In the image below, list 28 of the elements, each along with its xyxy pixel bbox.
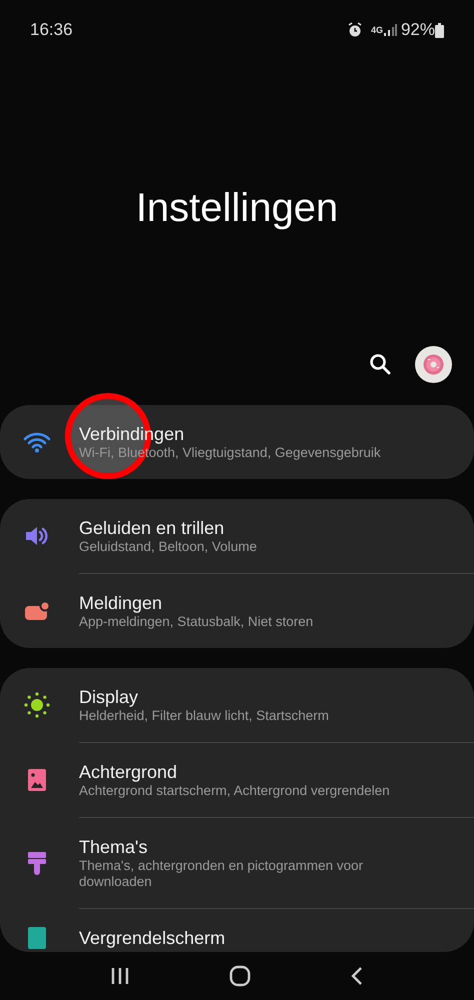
item-subtitle: Thema's, achtergronden en pictogrammen voor downloaden	[79, 858, 364, 890]
item-title: Vergrendelscherm	[79, 927, 226, 949]
battery-percent-text: 92%	[400, 19, 435, 42]
battery-icon	[435, 22, 444, 38]
page-title: Instellingen	[134, 188, 340, 228]
settings-item[interactable]: Achtergrond Achtergrond startscherm, Achtergrond vergrendelen	[0, 742, 474, 817]
back-icon[interactable]	[350, 966, 364, 986]
search-icon[interactable]	[369, 353, 391, 375]
settings-item[interactable]: Display Helderheid, Filter blauw licht, Startscherm	[0, 668, 474, 742]
signal-icon	[382, 23, 397, 37]
recent-apps-icon[interactable]	[110, 966, 130, 986]
item-subtitle: Helderheid, Filter blauw licht, Startscherm	[79, 708, 330, 724]
settings-item[interactable]: Thema's Thema's, achtergronden en pictogrammen voor downloaden	[0, 817, 474, 908]
network-type-text: 4G	[370, 26, 383, 34]
item-title: Geluiden en trillen	[79, 517, 226, 539]
item-title: Achtergrond	[79, 761, 178, 783]
item-subtitle: Geluidstand, Beltoon, Volume	[79, 539, 258, 555]
settings-item[interactable]: Vergrendelscherm	[0, 908, 474, 952]
home-icon[interactable]	[228, 965, 251, 987]
alarm-icon	[346, 22, 363, 38]
item-title: Thema's	[79, 836, 148, 858]
item-subtitle: App-meldingen, Statusbalk, Niet storen	[79, 614, 314, 630]
item-title: Meldingen	[79, 592, 164, 614]
clock-text: 16:36	[30, 19, 73, 42]
settings-item[interactable]: Geluiden en trillen Geluidstand, Beltoon, Volume	[0, 499, 474, 573]
item-title: Display	[79, 686, 140, 708]
item-subtitle: Achtergrond startscherm, Achtergrond vergrendelen	[79, 783, 391, 799]
settings-item[interactable]: Meldingen App-meldingen, Statusbalk, Niet storen	[0, 573, 474, 648]
